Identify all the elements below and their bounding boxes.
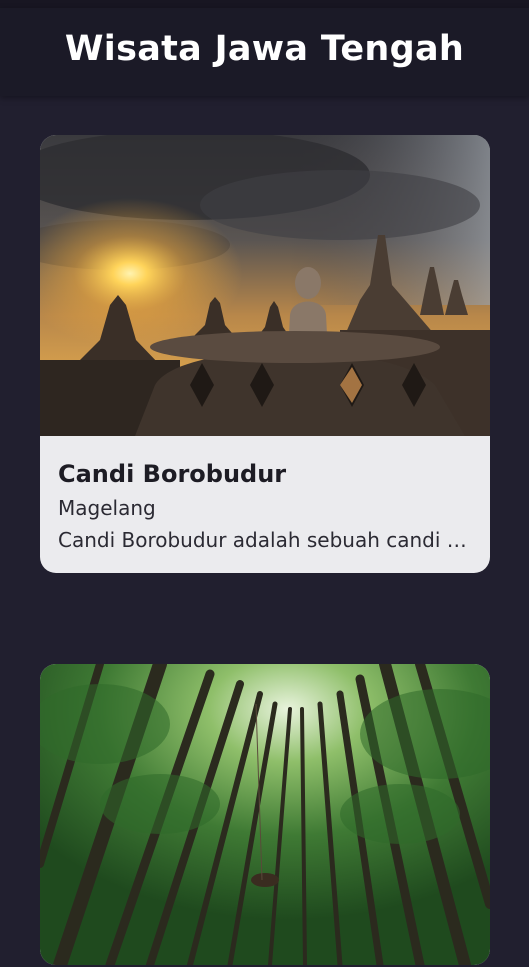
pine-forest-photo [40,664,490,965]
place-description: Candi Borobudur adalah sebuah candi Budd… [58,528,470,552]
page-title: Wisata Jawa Tengah [64,29,465,69]
place-list[interactable]: Candi Borobudur Magelang Candi Borobudur… [0,96,529,965]
place-name: Candi Borobudur [58,460,287,488]
place-card-body: Candi Borobudur Magelang Candi Borobudur… [40,436,490,573]
place-card-pine-forest[interactable] [40,664,490,965]
place-location: Magelang [58,496,156,520]
app-bar: Wisata Jawa Tengah [0,8,529,96]
borobudur-photo [40,135,490,436]
status-bar [0,0,529,8]
place-card-borobudur[interactable]: Candi Borobudur Magelang Candi Borobudur… [40,135,490,573]
